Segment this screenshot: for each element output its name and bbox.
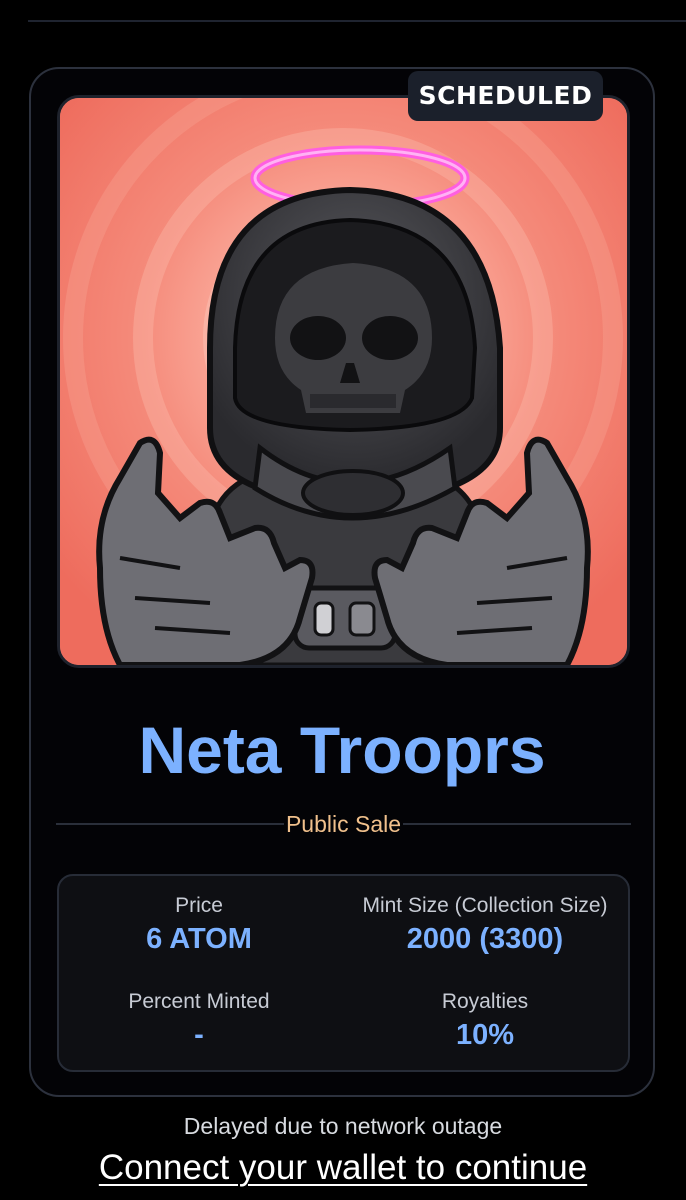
royalties-label: Royalties [441,990,529,1013]
mint-stats-panel: Price 6 ATOM Mint Size (Collection Size)… [57,874,630,1072]
phase-divider: Public Sale [56,807,631,841]
collection-artwork [57,95,630,668]
connect-wallet-link[interactable]: Connect your wallet to continue [0,1145,686,1191]
haloed-skull-astronaut-icon [60,98,627,665]
stat-percent-minted: Percent Minted - [59,988,339,1054]
divider-line-right [403,823,631,825]
price-value: 6 ATOM [146,923,252,955]
mint-size-value: 2000 (3300) [406,923,564,955]
collection-title: Neta Trooprs [138,713,546,787]
mint-size-label: Mint Size (Collection Size) [362,894,608,917]
royalties-value: 10% [455,1019,515,1051]
scheduled-badge: SCHEDULED [408,71,603,121]
stat-royalties: Royalties 10% [345,988,625,1054]
stat-mint-size: Mint Size (Collection Size) 2000 (3300) [345,892,625,958]
percent-minted-value: - [194,1019,204,1051]
top-divider [28,20,686,22]
stat-price: Price 6 ATOM [59,892,339,958]
percent-minted-label: Percent Minted [128,990,270,1013]
delay-notice: Delayed due to network outage [183,1113,503,1139]
price-label: Price [175,894,223,917]
